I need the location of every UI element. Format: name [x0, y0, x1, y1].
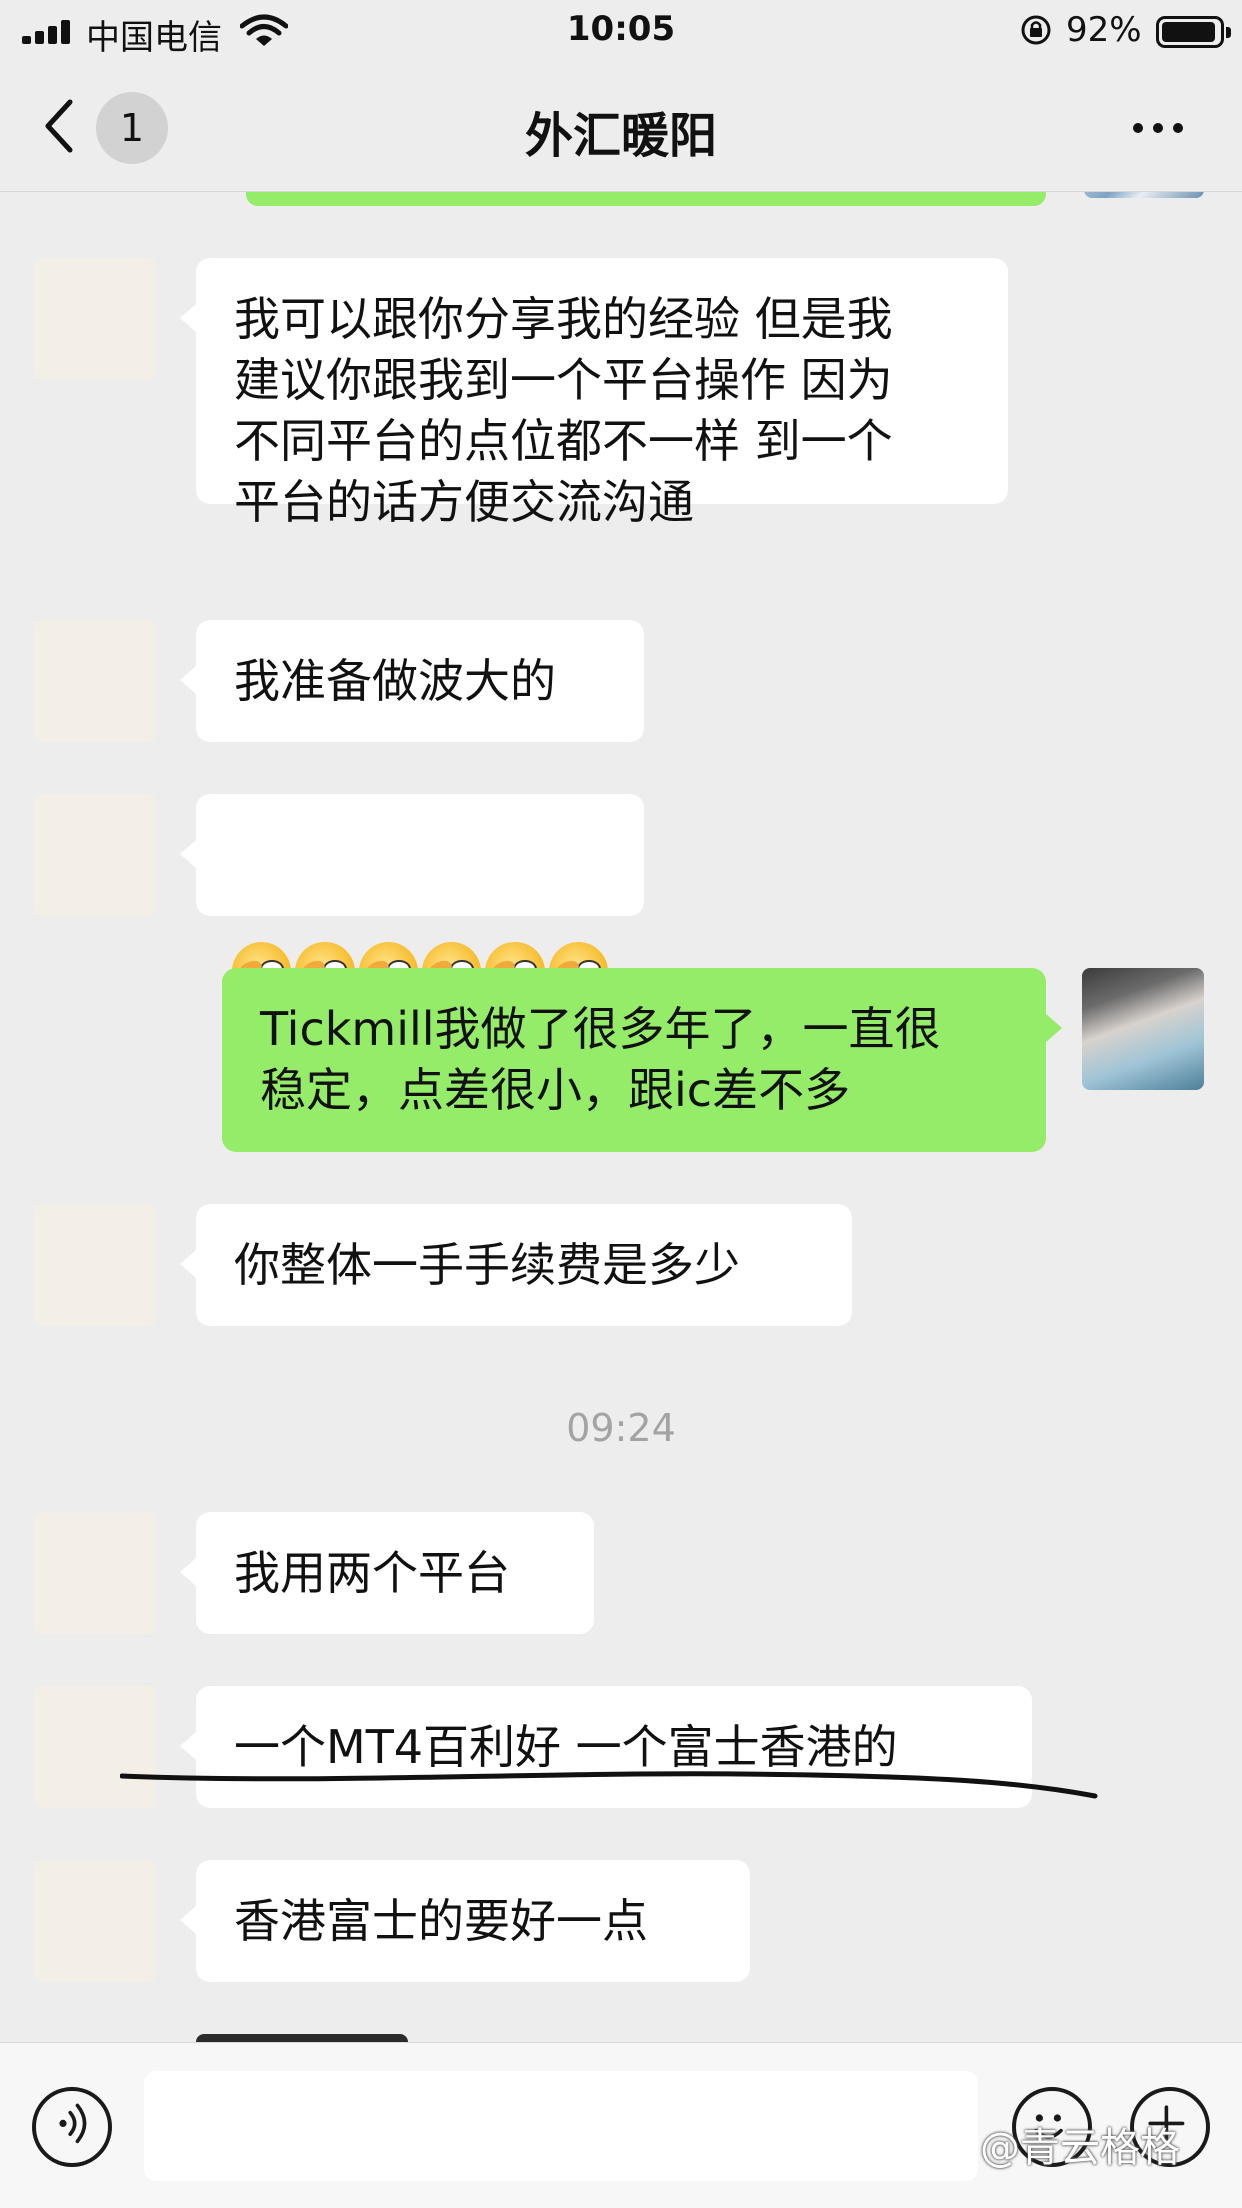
- message-bubble-outgoing[interactable]: Tickmill我做了很多年了，一直很 稳定，点差很小，跟ic差不多: [222, 968, 1062, 1152]
- partial-message-edge: [196, 2034, 408, 2042]
- message-list[interactable]: 我可以跟你分享我的经验 但是我 建议你跟我到一个平台操作 因为 不同平台的点位都…: [0, 192, 1242, 2042]
- handwritten-underline: [120, 1771, 1098, 1799]
- chat-title: 外汇暖阳: [524, 108, 717, 164]
- message-bubble[interactable]: 我可以跟你分享我的经验 但是我 建议你跟我到一个平台操作 因为 不同平台的点位都…: [180, 258, 1008, 529]
- contact-avatar[interactable]: [34, 620, 156, 742]
- contact-avatar[interactable]: [34, 1860, 156, 1982]
- message-input[interactable]: [144, 2071, 978, 2181]
- message-bubble[interactable]: 我准备做波大的: [180, 620, 644, 742]
- battery-icon: [1156, 16, 1231, 48]
- contact-avatar[interactable]: [34, 794, 156, 916]
- outgoing-bubble-partial[interactable]: [246, 192, 1046, 206]
- message-bubble[interactable]: 香港富士的要好一点: [180, 1860, 750, 1982]
- contact-avatar[interactable]: [34, 1512, 156, 1634]
- battery-percent: 92%: [1066, 10, 1142, 50]
- message-bubble[interactable]: 你整体一手手续费是多少: [180, 1204, 852, 1326]
- message-bubble-emoji[interactable]: [180, 794, 644, 1002]
- contact-avatar[interactable]: [34, 258, 156, 380]
- chat-header: 1 外汇暖阳: [0, 62, 1242, 192]
- clock: 10:05: [566, 9, 676, 49]
- status-bar: 中国电信 10:05 92%: [0, 0, 1242, 62]
- more-icon[interactable]: [1128, 108, 1188, 148]
- input-bar: @青云格格: [0, 2042, 1242, 2208]
- rotation-lock-icon: [1021, 15, 1051, 45]
- voice-icon[interactable]: [32, 2087, 112, 2167]
- watermark: @青云格格: [980, 2125, 1180, 2171]
- contact-avatar[interactable]: [34, 1204, 156, 1326]
- time-divider: 09:24: [566, 1406, 676, 1450]
- my-avatar[interactable]: [1084, 192, 1204, 198]
- my-avatar[interactable]: [1082, 968, 1204, 1090]
- message-bubble[interactable]: 我用两个平台: [180, 1512, 594, 1634]
